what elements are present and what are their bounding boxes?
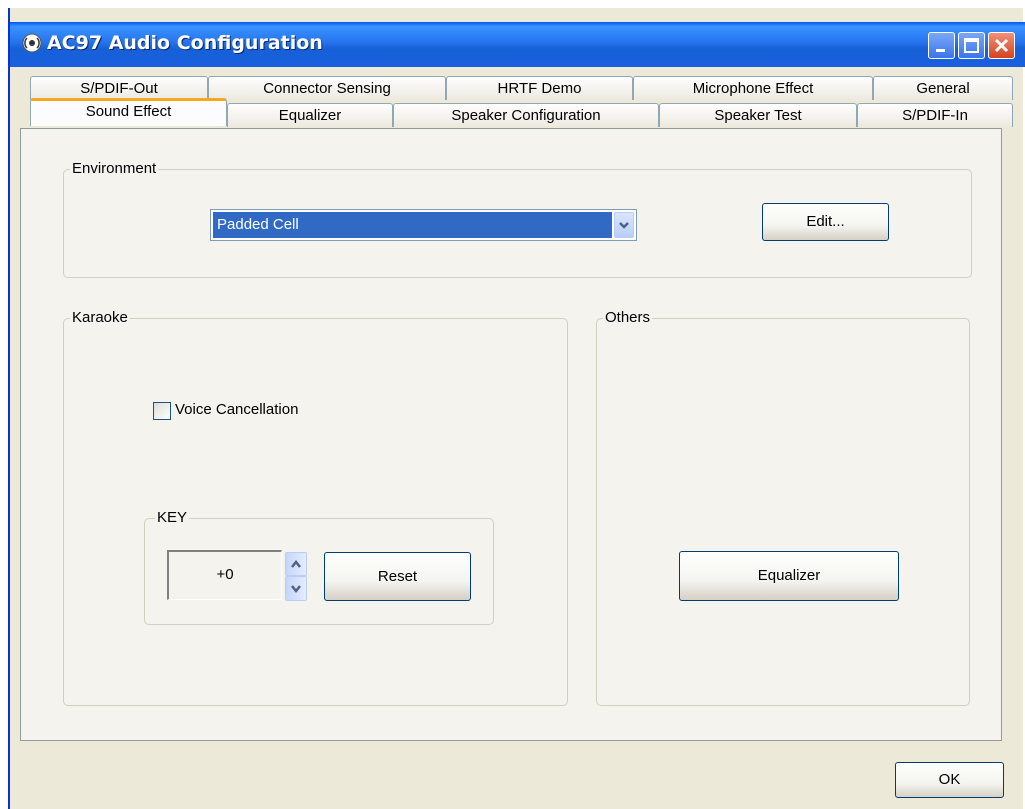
key-legend: KEY — [155, 509, 190, 527]
key-value-field[interactable]: +0 — [167, 550, 282, 600]
tab-spdif-in[interactable]: S/PDIF-In — [857, 103, 1013, 127]
others-equalizer-button[interactable]: Equalizer — [679, 551, 899, 601]
ok-button[interactable]: OK — [895, 762, 1004, 798]
others-legend: Others — [603, 309, 653, 327]
maximize-icon — [964, 38, 979, 53]
close-button[interactable] — [988, 32, 1015, 59]
key-spin-up-button[interactable] — [285, 552, 307, 576]
tab-sound-effect[interactable]: Sound Effect — [30, 98, 227, 126]
spin-up-icon — [291, 559, 301, 568]
tab-general[interactable]: General — [873, 76, 1013, 100]
karaoke-legend: Karaoke — [70, 309, 130, 327]
tab-connector-sensing[interactable]: Connector Sensing — [208, 76, 446, 100]
close-icon — [994, 38, 1009, 53]
tab-speaker-configuration[interactable]: Speaker Configuration — [393, 103, 659, 127]
window-title: AC97 Audio Configuration — [47, 32, 323, 54]
spin-down-icon — [291, 585, 301, 594]
minimize-button[interactable] — [928, 32, 955, 59]
others-group: Others — [596, 309, 970, 706]
environment-selected-value: Padded Cell — [213, 212, 612, 238]
tab-equalizer[interactable]: Equalizer — [227, 103, 393, 127]
karaoke-group: Karaoke — [63, 309, 568, 706]
key-spin-down-button[interactable] — [285, 576, 307, 601]
environment-legend: Environment — [70, 160, 159, 178]
environment-dropdown-button[interactable] — [614, 212, 634, 238]
voice-cancellation-checkbox[interactable] — [153, 402, 171, 420]
title-bar[interactable]: AC97 Audio Configuration — [10, 22, 1025, 67]
environment-select[interactable]: Padded Cell — [210, 209, 637, 241]
speaker-app-icon — [22, 33, 42, 53]
tab-hrtf-demo[interactable]: HRTF Demo — [446, 76, 633, 100]
key-reset-button[interactable]: Reset — [324, 552, 471, 601]
voice-cancellation-label[interactable]: Voice Cancellation — [175, 400, 298, 420]
environment-edit-button[interactable]: Edit... — [762, 203, 889, 241]
maximize-button[interactable] — [958, 32, 985, 59]
tab-speaker-test[interactable]: Speaker Test — [659, 103, 857, 127]
tab-spdif-out[interactable]: S/PDIF-Out — [30, 76, 208, 100]
minimize-icon — [936, 49, 945, 52]
tab-microphone-effect[interactable]: Microphone Effect — [633, 76, 873, 100]
chevron-down-icon — [619, 222, 629, 229]
